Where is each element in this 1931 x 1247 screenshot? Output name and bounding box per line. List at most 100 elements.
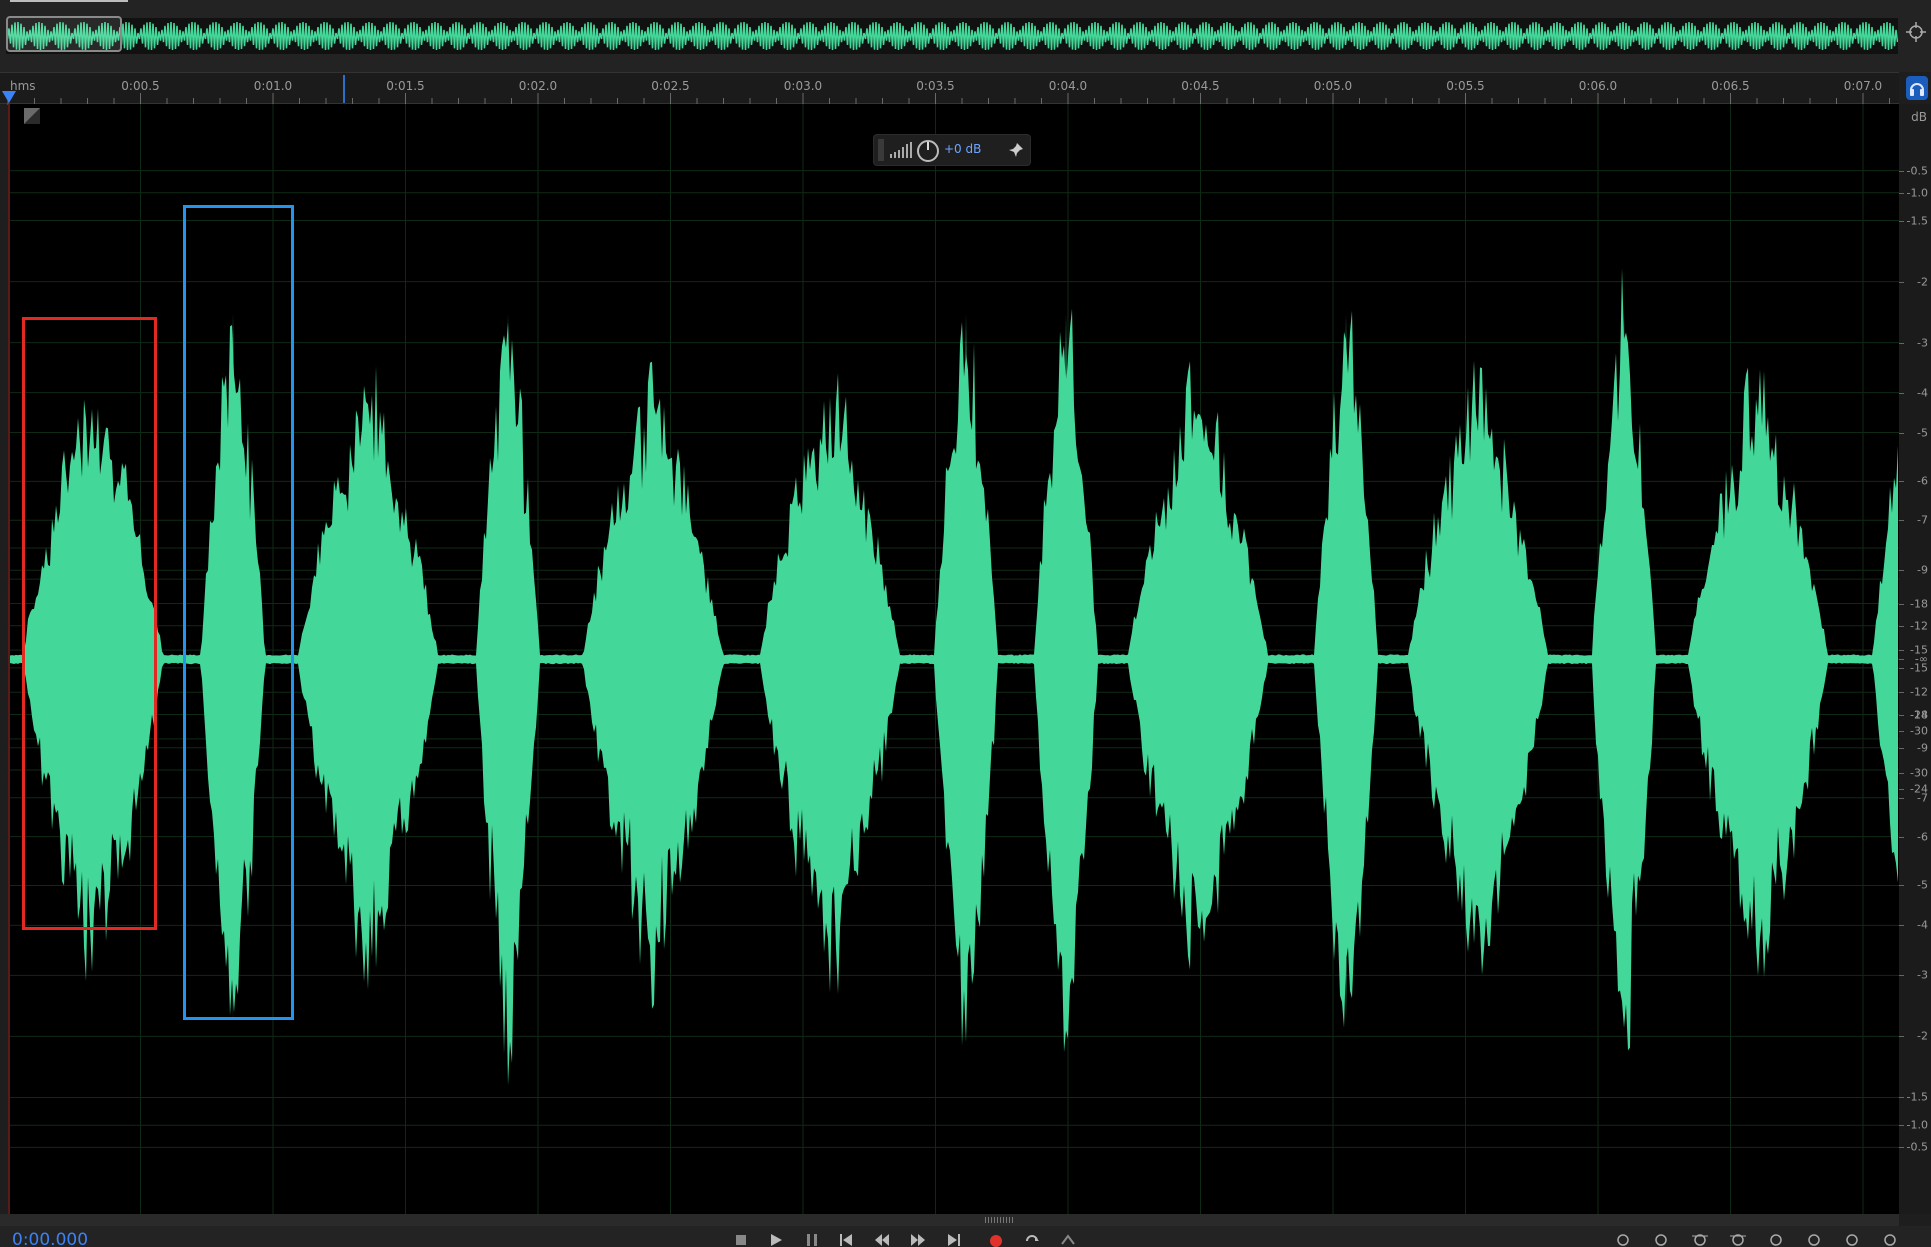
db-tick (1899, 836, 1904, 838)
time-display[interactable]: 0:00.000 (12, 1230, 88, 1247)
ruler-tick-label: 0:04.0 (1048, 79, 1088, 93)
db-tick-label: -30 (1910, 766, 1928, 780)
scrollbar-grip[interactable] (985, 1217, 1015, 1223)
record-icon[interactable] (988, 1232, 1004, 1247)
time-ruler[interactable]: hms 0:00.5 0:01.0 0:01.5 0:02.0 0:02.5 0:03.0… (0, 72, 1899, 105)
overview-waveform-graphic (6, 21, 1898, 51)
panel-tab-indicator (10, 0, 128, 2)
db-tick-label: -7 (1917, 791, 1928, 805)
fast-forward-icon[interactable] (910, 1232, 926, 1247)
db-tick-label: -4 (1917, 386, 1928, 400)
db-tick-label: -6 (1917, 830, 1928, 844)
zoom-selection-icon[interactable] (1806, 1232, 1822, 1247)
ruler-tick-label: 0:05.0 (1313, 79, 1353, 93)
ruler-tick-label: 0:04.5 (1181, 79, 1220, 93)
db-tick-label: -12 (1910, 685, 1928, 699)
crosshair-zoom-icon[interactable] (1906, 22, 1926, 42)
stop-icon[interactable] (733, 1232, 749, 1247)
ruler-tick-label: 0:01.0 (253, 79, 293, 93)
zoom-full-icon[interactable] (1768, 1232, 1784, 1247)
db-unit-label: dB (1911, 110, 1927, 124)
db-tick-label: -5 (1917, 878, 1928, 892)
db-tick-label: -9 (1917, 563, 1928, 577)
time-cursor[interactable] (343, 75, 345, 103)
db-tick-label: -0.5 (1906, 164, 1928, 178)
transport-bar: 0:00.000 (0, 1226, 1931, 1247)
db-tick (1899, 220, 1904, 222)
zoom-left-icon[interactable] (1844, 1232, 1860, 1247)
db-tick (1899, 520, 1904, 522)
go-to-start-icon[interactable] (838, 1232, 854, 1247)
playhead-marker-icon[interactable] (2, 91, 16, 105)
db-tick (1899, 789, 1904, 790)
db-tick-label: -2 (1917, 1029, 1928, 1043)
level-bars-icon (890, 142, 912, 158)
db-tick (1899, 192, 1904, 194)
db-tick (1899, 603, 1904, 605)
volume-gain-value[interactable]: +0 dB (944, 142, 981, 156)
db-tick (1899, 667, 1904, 669)
db-tick (1899, 432, 1904, 434)
ruler-tick-label: 0:05.5 (1446, 79, 1485, 93)
zoom-in-amplitude-icon[interactable] (1616, 1232, 1632, 1247)
db-tick (1899, 797, 1904, 799)
overview-waveform[interactable] (6, 18, 1898, 54)
zoom-in-time-icon[interactable] (1692, 1232, 1708, 1247)
db-tick (1899, 747, 1904, 749)
db-tick (1899, 692, 1904, 694)
play-icon[interactable] (768, 1232, 784, 1247)
go-to-end-icon[interactable] (946, 1232, 962, 1247)
db-tick (1899, 1125, 1904, 1127)
volume-knob[interactable] (916, 139, 940, 163)
ruler-tick-label: 0:06.5 (1711, 79, 1750, 93)
db-tick-label: -1.0 (1906, 1118, 1928, 1132)
db-tick-label: -7 (1917, 513, 1928, 527)
db-tick (1899, 975, 1904, 977)
overview-navigator[interactable] (0, 0, 1931, 72)
db-tick (1899, 625, 1904, 627)
db-tick (1899, 392, 1904, 394)
annotation-box-red (22, 317, 157, 930)
ruler-tick-label: 0:03.5 (916, 79, 955, 93)
db-tick-label: -0.5 (1906, 1140, 1928, 1154)
db-scale: dB -0.5 -1.0 -1.5 -2 -3 -4 -5 -6 -7 -9 -12 -15 -18 -2… (1899, 104, 1931, 1214)
db-tick-label: -18 (1910, 597, 1928, 610)
overview-viewport-handle[interactable] (6, 16, 122, 52)
db-tick-label: -6 (1917, 474, 1928, 488)
db-tick-label: -3 (1917, 968, 1928, 982)
ruler-tick-label: 0:02.5 (651, 79, 690, 93)
zoom-right-icon[interactable] (1882, 1232, 1898, 1247)
db-tick-label: -3 (1917, 336, 1928, 350)
ruler-tick-label: 0:01.5 (386, 79, 425, 93)
db-tick (1899, 281, 1904, 283)
db-tick (1899, 1036, 1904, 1038)
db-tick (1899, 1097, 1904, 1099)
hud-drag-grip[interactable] (878, 139, 884, 161)
zoom-out-amplitude-icon[interactable] (1654, 1232, 1670, 1247)
zoom-out-time-icon[interactable] (1730, 1232, 1746, 1247)
rewind-icon[interactable] (874, 1232, 890, 1247)
db-tick (1899, 731, 1904, 732)
db-tick (1899, 885, 1904, 887)
ruler-tick-label: 0:02.0 (518, 79, 558, 93)
pause-icon[interactable] (804, 1232, 820, 1247)
db-tick-label: -9 (1917, 741, 1928, 755)
db-tick-label: -5 (1917, 426, 1928, 440)
db-tick-label: -15 (1910, 643, 1928, 657)
fade-handle-icon[interactable] (24, 108, 40, 124)
db-tick (1899, 925, 1904, 927)
db-tick (1899, 170, 1904, 172)
headphones-icon[interactable] (1906, 76, 1928, 100)
ruler-tick-label: 0:06.0 (1578, 79, 1618, 93)
pin-icon[interactable] (1008, 142, 1024, 158)
db-tick-label: -1.0 (1906, 186, 1928, 200)
annotation-box-blue (183, 205, 294, 1020)
loop-icon[interactable] (1024, 1232, 1040, 1247)
horizontal-scrollbar[interactable] (0, 1214, 1899, 1226)
skip-icon[interactable] (1060, 1232, 1076, 1247)
db-tick (1899, 1147, 1904, 1149)
db-tick (1899, 715, 1904, 716)
volume-hud[interactable]: +0 dB (874, 135, 1030, 165)
db-tick-label: -30 (1910, 724, 1928, 738)
db-tick (1899, 773, 1904, 774)
